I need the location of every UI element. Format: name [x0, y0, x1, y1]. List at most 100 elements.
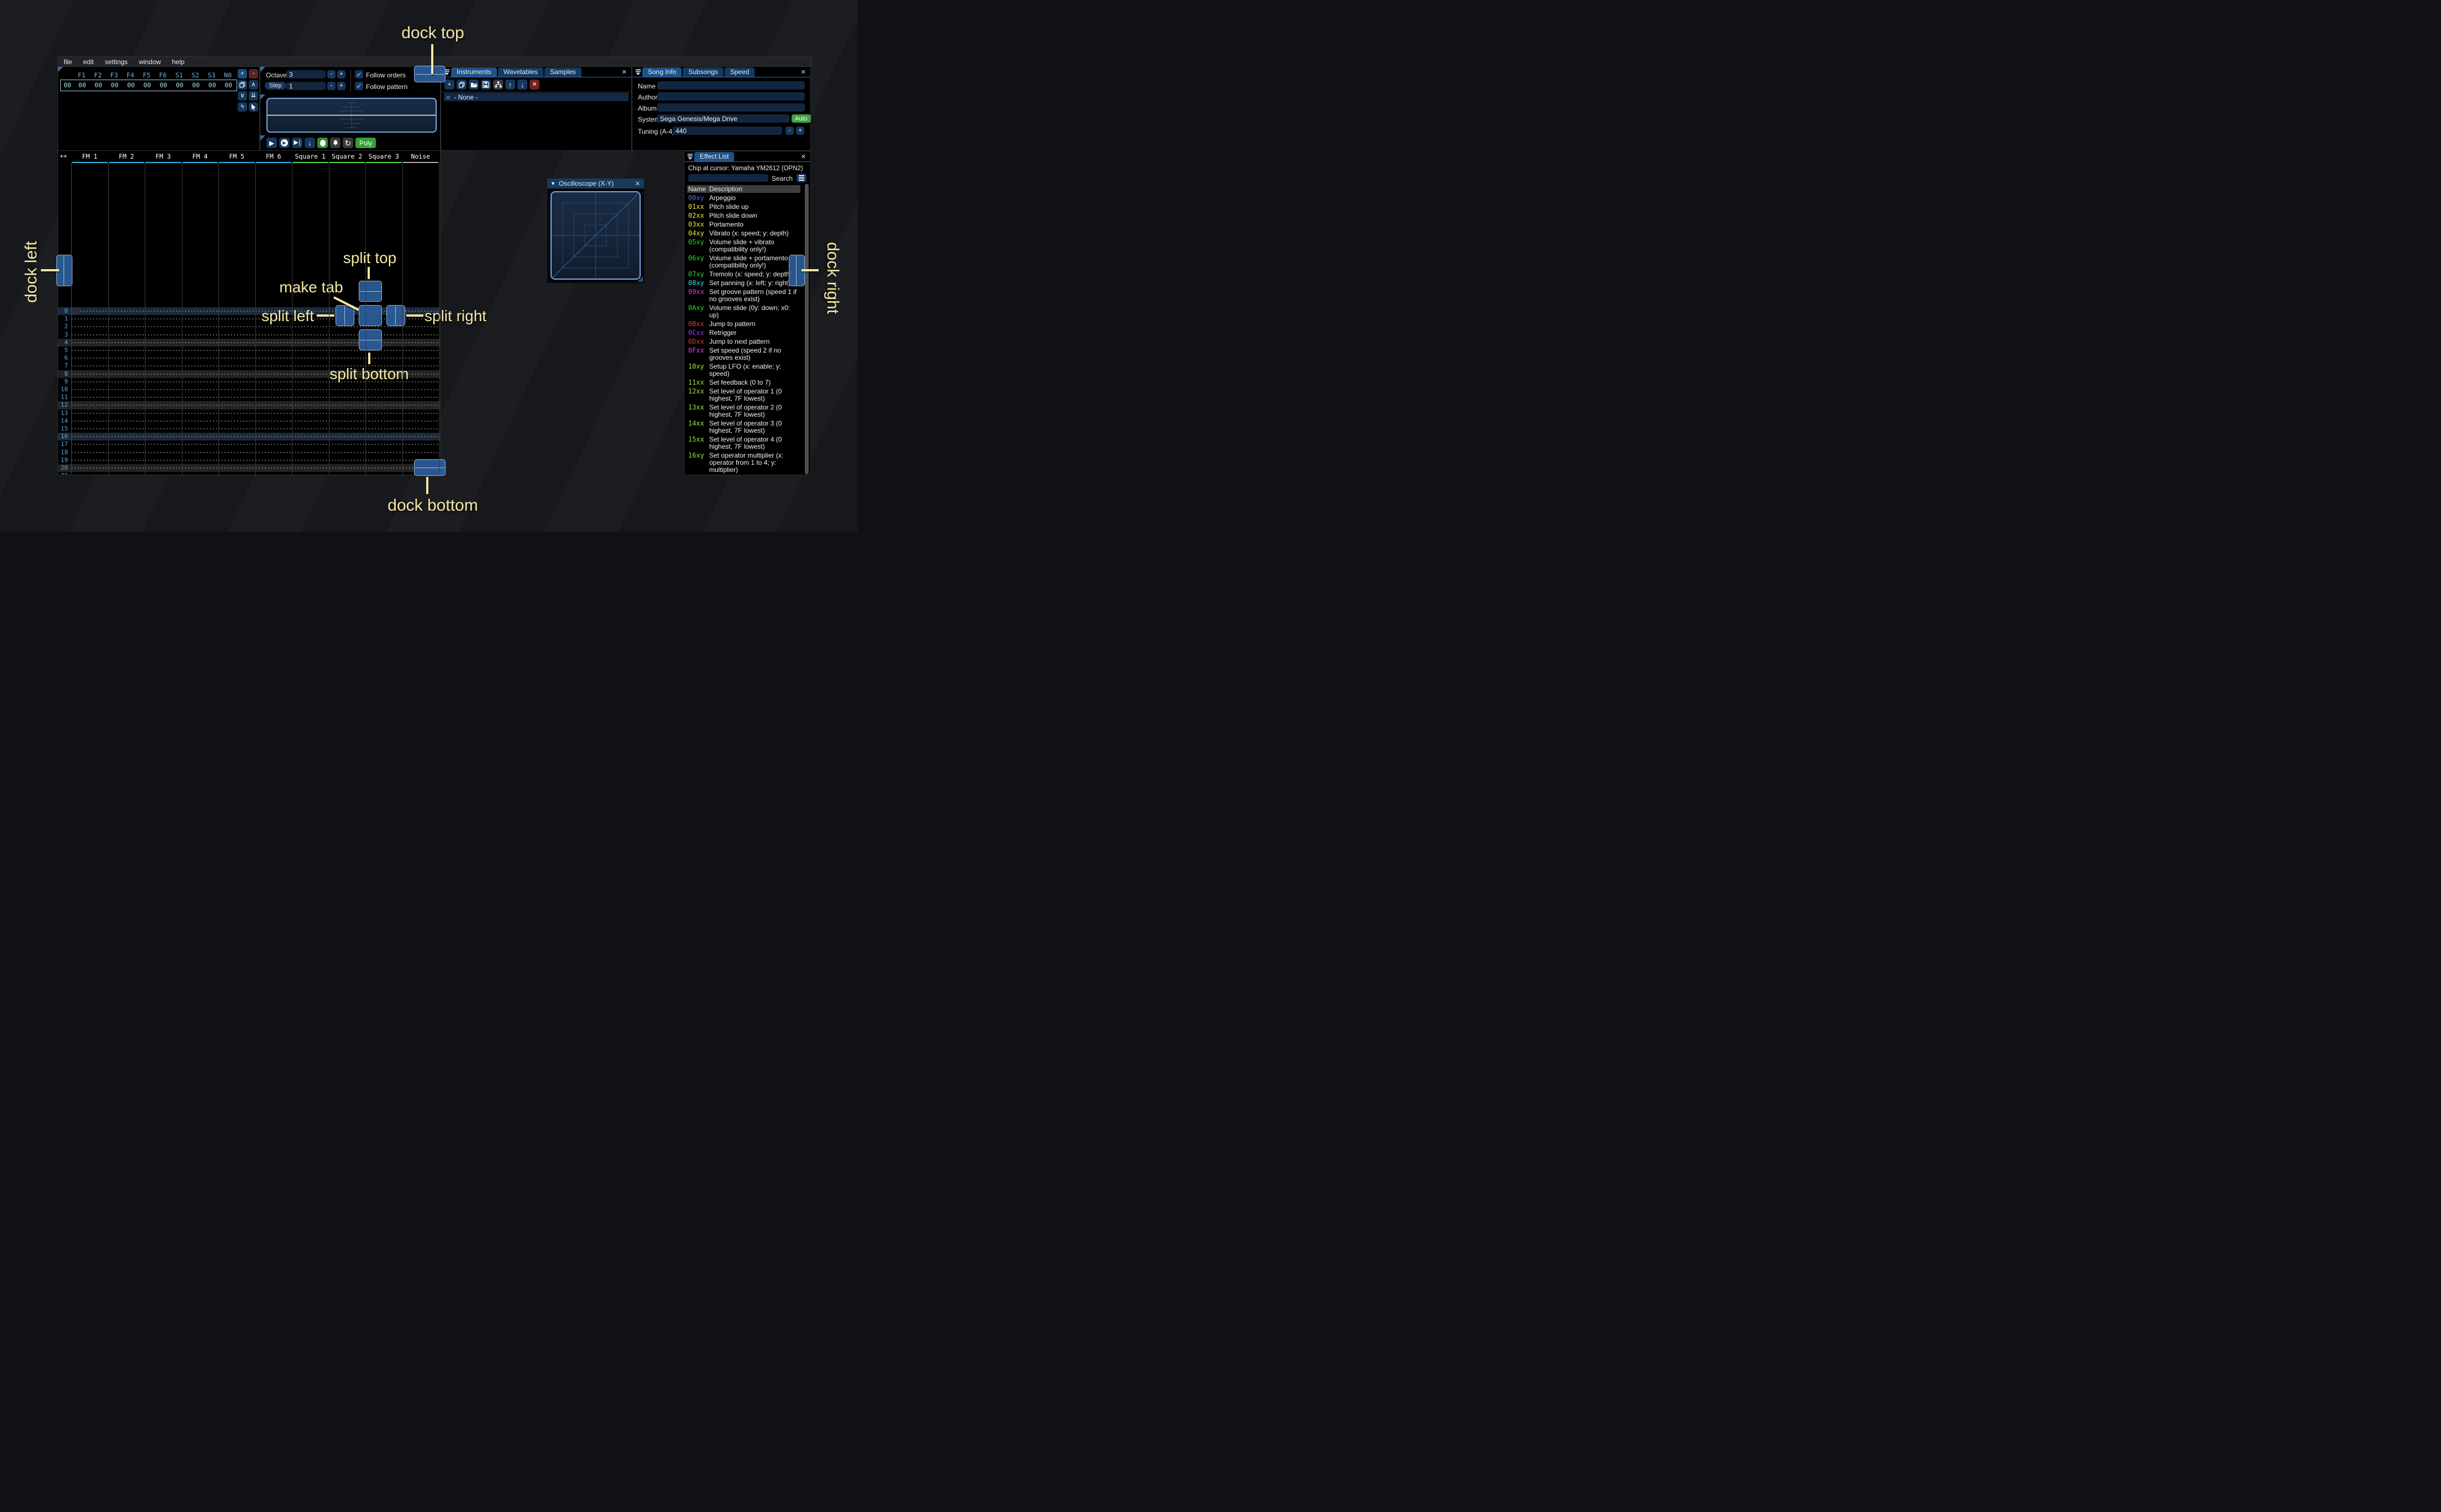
order-row-number[interactable]: 00	[61, 81, 74, 89]
pattern-cell[interactable]	[255, 448, 292, 456]
tab-wavetables[interactable]: Wavetables	[497, 67, 543, 77]
tuning-input[interactable]: 440	[673, 127, 782, 135]
pattern-cell[interactable]	[71, 464, 108, 473]
pattern-cell[interactable]	[71, 417, 108, 425]
pattern-cell[interactable]	[108, 425, 145, 433]
pattern-cell[interactable]	[145, 377, 182, 386]
oscilloscope-xy-titlebar[interactable]: ▼ Oscilloscope (X-Y) ✕	[547, 179, 644, 188]
pattern-cell[interactable]	[108, 448, 145, 456]
step-minus-button[interactable]: -	[327, 82, 336, 90]
pattern-cell[interactable]	[328, 409, 365, 417]
effect-entry-07xy[interactable]: 07xy Tremolo (x: speed; y: depth)	[688, 270, 800, 279]
pattern-cell[interactable]	[145, 433, 182, 441]
pattern-cell[interactable]	[292, 464, 329, 473]
pattern-cell[interactable]	[292, 409, 329, 417]
channel-header-fm-5[interactable]: FM 5	[218, 151, 255, 163]
pattern-cell[interactable]	[218, 440, 255, 449]
play-one-row-button[interactable]: ▶ |	[292, 138, 302, 148]
effect-list-scrollbar[interactable]	[805, 184, 809, 474]
pattern-cell[interactable]	[292, 417, 329, 425]
pattern-cell[interactable]	[292, 448, 329, 456]
name-input[interactable]	[657, 81, 805, 90]
order-value-8[interactable]: 00	[204, 81, 220, 89]
pattern-cell[interactable]	[292, 354, 329, 363]
pattern-cell[interactable]	[71, 393, 108, 402]
tuning-plus-button[interactable]: +	[796, 127, 804, 135]
pattern-cell[interactable]	[255, 433, 292, 441]
repeat-pattern-button[interactable]: ↻	[343, 138, 353, 148]
pattern-cell[interactable]	[71, 409, 108, 417]
pattern-cell[interactable]	[145, 307, 182, 316]
metronome-button[interactable]	[330, 138, 341, 148]
pattern-cell[interactable]	[218, 433, 255, 441]
pattern-cell[interactable]	[402, 330, 439, 339]
pattern-cell[interactable]	[402, 417, 439, 425]
effect-entry-06xy[interactable]: 06xy Volume slide + portamento (compatibi…	[688, 254, 800, 270]
effect-entry-04xy[interactable]: 04xy Vibrato (x: speed; y: depth)	[688, 229, 800, 238]
menu-window[interactable]: window	[133, 58, 166, 66]
pattern-cell[interactable]	[218, 354, 255, 363]
pattern-cell[interactable]	[328, 472, 365, 475]
pattern-cell[interactable]	[181, 370, 218, 378]
pattern-cell[interactable]	[328, 464, 365, 473]
pattern-cell[interactable]	[218, 401, 255, 410]
resize-grip[interactable]	[637, 276, 643, 282]
pattern-cell[interactable]	[255, 338, 292, 347]
tuning-minus-button[interactable]: -	[785, 127, 794, 135]
instrument-duplicate-button[interactable]	[457, 80, 467, 90]
order-value-3[interactable]: 00	[123, 81, 139, 89]
pattern-cell[interactable]	[255, 401, 292, 410]
pattern-cell[interactable]	[71, 401, 108, 410]
menu-settings[interactable]: settings	[99, 58, 133, 66]
channel-header-square-3[interactable]: Square 3	[365, 151, 402, 163]
order-remove-button[interactable]: -	[249, 69, 258, 78]
channel-header-fm-4[interactable]: FM 4	[182, 151, 219, 163]
pattern-cell[interactable]	[108, 456, 145, 464]
pattern-cell[interactable]	[108, 377, 145, 386]
pattern-cell[interactable]	[218, 448, 255, 456]
effect-entry-03xx[interactable]: 03xx Portamento	[688, 221, 800, 229]
pattern-cell[interactable]	[402, 440, 439, 449]
order-change-mode-button[interactable]: ϟ	[238, 102, 247, 112]
pattern-cell[interactable]	[145, 448, 182, 456]
pattern-cell[interactable]	[181, 330, 218, 339]
pattern-cell[interactable]	[108, 362, 145, 370]
author-input[interactable]	[657, 92, 805, 101]
effect-entry-0Fxx[interactable]: 0Fxx Set speed (speed 2 if no grooves exi…	[688, 347, 800, 363]
pattern-cell[interactable]	[292, 456, 329, 464]
instrument-list-item-none[interactable]: ○ - None -	[444, 93, 628, 101]
pattern-cell[interactable]	[145, 323, 182, 331]
effect-entry-01xx[interactable]: 01xx Pitch slide up	[688, 203, 800, 212]
pattern-cell[interactable]	[255, 354, 292, 363]
pattern-cell[interactable]	[218, 315, 255, 323]
tab-effect-list[interactable]: Effect List	[694, 152, 735, 161]
pattern-cell[interactable]	[145, 370, 182, 378]
pattern-cell[interactable]	[218, 464, 255, 473]
pattern-cell[interactable]	[255, 370, 292, 378]
pattern-row-11[interactable]: 11	[58, 393, 440, 402]
pattern-row-21[interactable]: 21	[58, 472, 440, 475]
pattern-cell[interactable]	[218, 456, 255, 464]
pattern-cell[interactable]	[402, 338, 439, 347]
effect-entry-0Axy[interactable]: 0Axy Volume slide (0y: down; x0: up)	[688, 304, 800, 320]
pattern-cell[interactable]	[292, 433, 329, 441]
effect-entry-11xx[interactable]: 11xx Set feedback (0 to 7)	[688, 379, 800, 387]
pattern-cell[interactable]	[71, 377, 108, 386]
pattern-cell[interactable]	[108, 433, 145, 441]
pattern-cell[interactable]	[328, 433, 365, 441]
pattern-row-4[interactable]: 4	[58, 338, 440, 347]
order-select-mode-button[interactable]	[249, 102, 258, 112]
pattern-cell[interactable]	[402, 433, 439, 441]
pattern-cell[interactable]	[108, 338, 145, 347]
instrument-open-button[interactable]	[469, 80, 479, 90]
pattern-cell[interactable]	[108, 464, 145, 473]
pattern-cell[interactable]	[181, 456, 218, 464]
oscilloscope-xy-close-button[interactable]: ✕	[635, 180, 640, 187]
pattern-row-16[interactable]: 16	[58, 433, 440, 441]
pattern-cell[interactable]	[145, 472, 182, 475]
pattern-cell[interactable]	[218, 417, 255, 425]
pattern-cell[interactable]	[181, 338, 218, 347]
pattern-cell[interactable]	[108, 393, 145, 402]
pattern-cell[interactable]	[255, 456, 292, 464]
instrument-move-down-button[interactable]: ↓	[517, 80, 527, 90]
